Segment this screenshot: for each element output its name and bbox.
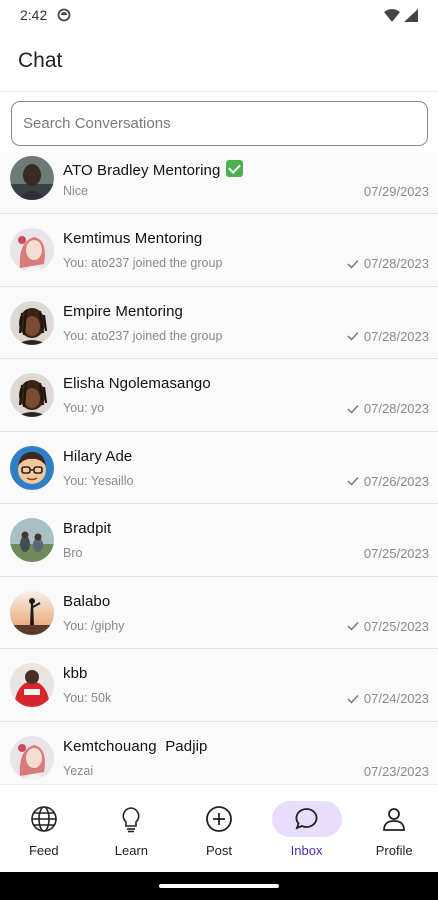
message-date: 07/28/2023 [347, 401, 429, 416]
last-message-preview: You: 50k [63, 691, 112, 705]
conversation-item[interactable]: kbb You: 50k 07/24/2023 [0, 649, 438, 722]
conversation-name-text: Hilary Ade [63, 447, 133, 465]
read-check-icon [347, 621, 359, 631]
search-box [11, 101, 428, 146]
nav-label: Inbox [290, 843, 323, 858]
conversation-name-text: Bradpit [63, 520, 112, 537]
lightbulb-icon [96, 801, 166, 837]
avatar [10, 228, 54, 272]
conversation-name-text: Kemtchouang Padjip [63, 737, 208, 755]
nav-label: Feed [28, 843, 59, 858]
conversation-name: kbb [63, 665, 88, 682]
conversation-name-text: Empire Mentoring [63, 302, 183, 320]
conversation-name-text: Kemtimus Mentoring [63, 230, 203, 247]
avatar [10, 300, 54, 345]
read-check-icon [347, 259, 359, 269]
last-message-preview: You: ato237 joined the group [63, 256, 223, 270]
nav-item-inbox[interactable]: Inbox [263, 785, 351, 872]
plus-circle-icon [184, 801, 254, 837]
conversation-name: Empire Mentoring [63, 303, 183, 320]
avatar [10, 156, 54, 200]
message-date-text: 07/25/2023 [363, 546, 429, 561]
avatar [10, 590, 54, 635]
conversation-item[interactable]: Kemtchouang Padjip Yezai 07/23/2023 [0, 721, 438, 784]
conversation-name-text: ATO Bradley Mentoring [63, 162, 221, 179]
signal-icon [404, 8, 418, 22]
message-date: 07/25/2023 [347, 619, 429, 634]
message-date-text: 07/28/2023 [363, 328, 429, 344]
status-time: 2:42 [20, 7, 48, 23]
search-input[interactable] [11, 101, 428, 146]
conversation-name: Kemtchouang Padjip [63, 738, 208, 755]
nav-label: Post [205, 843, 232, 858]
avatar [10, 663, 54, 707]
avatar [10, 518, 54, 562]
message-date-text: 07/29/2023 [363, 184, 429, 199]
message-date: 07/28/2023 [347, 329, 429, 344]
conversation-item[interactable]: Elisha Ngolemasango You: yo 07/28/2023 [0, 359, 438, 432]
system-nav-bar [0, 872, 438, 900]
conversation-name: Elisha Ngolemasango [63, 375, 211, 392]
globe-icon [9, 801, 79, 837]
nav-label: Profile [375, 843, 413, 858]
nav-item-learn[interactable]: Learn [88, 785, 176, 872]
last-message-preview: Bro [63, 546, 83, 560]
conversation-name-text: Balabo [63, 592, 111, 610]
app-header: Chat [0, 30, 438, 92]
message-date: 07/25/2023 [364, 546, 429, 561]
conversation-name: Balabo [63, 593, 110, 610]
avatar [10, 373, 54, 417]
message-date: 07/26/2023 [347, 474, 429, 489]
conversation-name-text: Elisha Ngolemasango [63, 375, 211, 392]
conversation-item[interactable]: Hilary Ade You: Yesaillo 07/26/2023 [0, 431, 438, 504]
bottom-nav: Feed Learn Post Inbox Profile [0, 784, 438, 872]
read-check-icon [347, 404, 359, 414]
status-bar: 2:42 [0, 0, 438, 30]
message-date-text: 07/24/2023 [363, 691, 429, 706]
message-date-text: 07/23/2023 [363, 763, 429, 779]
page-title: Chat [18, 48, 63, 72]
last-message-preview: You: ato237 joined the group [63, 328, 223, 343]
message-date: 07/23/2023 [364, 764, 429, 779]
last-message-preview: Yezai [63, 763, 94, 778]
person-icon [359, 801, 429, 837]
conversation-list[interactable]: ATO Bradley Mentoring Nice 07/29/2023 Kemti… [0, 152, 438, 784]
conversation-item[interactable]: Empire Mentoring You: ato237 joined the g… [0, 286, 438, 359]
last-message-preview: Nice [63, 184, 89, 198]
message-date-text: 07/28/2023 [363, 256, 429, 271]
conversation-item[interactable]: Kemtimus Mentoring You: ato237 joined the… [0, 214, 438, 287]
conversation-name: ATO Bradley Mentoring [63, 160, 244, 179]
message-date-text: 07/28/2023 [363, 401, 429, 416]
message-date: 07/24/2023 [347, 691, 429, 706]
read-check-icon [347, 476, 359, 486]
avatar [10, 445, 54, 490]
avatar [10, 735, 54, 780]
conversation-name: Bradpit [63, 520, 111, 537]
nav-item-feed[interactable]: Feed [0, 785, 88, 872]
conversation-name-text: kbb [63, 665, 88, 682]
nav-item-post[interactable]: Post [175, 785, 263, 872]
read-check-icon [347, 694, 359, 704]
message-date-text: 07/25/2023 [363, 618, 429, 634]
chat-bubble-icon [271, 801, 342, 837]
nav-item-profile[interactable]: Profile [350, 785, 438, 872]
message-date: 07/28/2023 [347, 256, 429, 271]
last-message-preview: You: Yesaillo [63, 473, 134, 488]
conversation-item[interactable]: Bradpit Bro 07/25/2023 [0, 504, 438, 577]
verified-check-icon [226, 160, 244, 177]
nav-label: Learn [114, 843, 149, 858]
read-check-icon [347, 331, 359, 341]
home-indicator[interactable] [159, 884, 279, 888]
app-notification-icon [57, 8, 71, 22]
conversation-item[interactable]: Balabo You: /giphy 07/25/2023 [0, 576, 438, 649]
conversation-name: Hilary Ade [63, 448, 132, 465]
message-date-text: 07/26/2023 [363, 473, 429, 489]
message-date: 07/29/2023 [364, 184, 429, 199]
wifi-icon [384, 8, 400, 22]
last-message-preview: You: /giphy [63, 618, 125, 633]
last-message-preview: You: yo [63, 401, 105, 415]
conversation-item[interactable]: ATO Bradley Mentoring Nice 07/29/2023 [0, 152, 438, 214]
conversation-name: Kemtimus Mentoring [63, 230, 202, 247]
